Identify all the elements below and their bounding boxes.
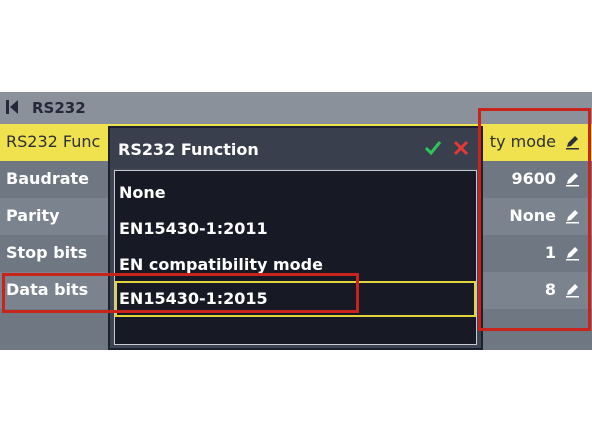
row-label: Baudrate — [6, 169, 90, 188]
row-label: Parity — [6, 206, 60, 225]
row-label: RS232 Func — [6, 132, 101, 151]
option-label: EN compatibility mode — [119, 255, 323, 274]
option-en15430-2011[interactable]: EN15430-1:2011 — [115, 211, 476, 247]
check-icon[interactable] — [423, 138, 443, 158]
dialog-header: RS232 Function — [110, 128, 481, 168]
option-label: None — [119, 183, 166, 202]
option-label: EN15430-1:2011 — [119, 219, 268, 238]
dialog-title: RS232 Function — [118, 140, 259, 159]
rs232-function-dialog: RS232 Function None EN15430-1:2011 EN co… — [108, 126, 483, 350]
option-none[interactable]: None — [115, 175, 476, 211]
annotation-box-values — [478, 108, 591, 331]
option-list: None EN15430-1:2011 EN compatibility mod… — [114, 170, 477, 345]
back-icon[interactable] — [6, 100, 18, 114]
page-title: RS232 — [32, 99, 86, 117]
close-icon[interactable] — [451, 138, 471, 158]
row-label: Stop bits — [6, 243, 88, 262]
annotation-box-data-bits — [2, 273, 359, 313]
